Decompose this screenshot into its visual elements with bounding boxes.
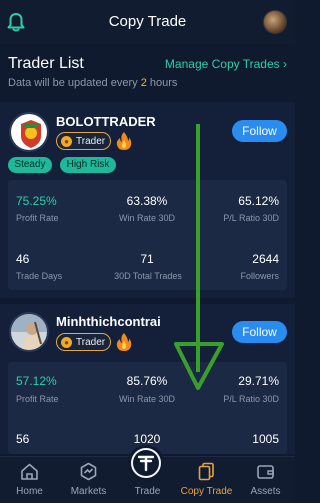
total-trades-value: 1020 [133, 432, 161, 446]
trader-card[interactable]: BOLOTTRADER ● Trader Follow Steady High … [0, 102, 295, 298]
nav-markets-label: Markets [70, 486, 107, 497]
nav-assets-label: Assets [250, 486, 281, 497]
profit-rate-value: 75.25% [16, 194, 57, 208]
update-note-suffix: hours [146, 77, 178, 89]
nav-copy-trade-label: Copy Trade [180, 486, 233, 497]
nav-assets[interactable]: Assets [236, 457, 295, 503]
profit-rate-label: Profit Rate [16, 394, 59, 404]
trader-avatar[interactable] [9, 312, 49, 352]
coin-icon: ● [61, 136, 72, 147]
pl-ratio-label: P/L Ratio 30D [223, 213, 279, 223]
trader-card[interactable]: Minhthichcontrai ● Trader Follow 57.12% … [0, 304, 295, 454]
manage-copy-trades-label: Manage Copy Trades [164, 57, 280, 71]
markets-icon [80, 462, 97, 481]
nav-copy-trade[interactable]: Copy Trade [177, 457, 236, 503]
trader-photo-icon [11, 314, 47, 350]
page-title: Copy Trade [108, 13, 187, 30]
manage-copy-trades-link[interactable]: Manage Copy Trades › [165, 57, 287, 71]
update-note: Data will be updated every 2 hours [8, 77, 177, 89]
win-rate-value: 63.38% [126, 194, 168, 208]
pl-ratio-value: 65.12% [238, 194, 279, 208]
wallet-icon [257, 465, 274, 479]
trade-center-button[interactable] [128, 445, 164, 481]
trade-days-value: 46 [16, 252, 30, 266]
trader-logo-icon [11, 114, 47, 150]
nav-home[interactable]: Home [0, 457, 59, 503]
win-rate-label: Win Rate 30D [118, 213, 176, 223]
trade-icon [133, 450, 159, 476]
tag-steady: Steady [8, 157, 52, 173]
trade-days-label: Trade Days [16, 271, 63, 281]
trader-stats: 57.12% Profit Rate 85.76% Win Rate 30D 2… [8, 362, 287, 454]
trader-avatar[interactable] [9, 112, 49, 152]
followers-value: 2644 [252, 252, 279, 266]
followers-value: 1005 [252, 432, 279, 446]
trader-stats: 75.25% Profit Rate 63.38% Win Rate 30D 6… [8, 180, 287, 290]
win-rate-label: Win Rate 30D [118, 394, 176, 404]
trader-badge-label: Trader [76, 136, 106, 147]
followers-label: Followers [240, 271, 279, 281]
coin-icon: ● [61, 337, 72, 348]
trade-days-value: 56 [16, 432, 30, 446]
tag-high-risk: High Risk [60, 157, 116, 173]
copy-trade-icon [198, 462, 214, 481]
total-trades-value: 71 [140, 252, 154, 266]
trader-name[interactable]: BOLOTTRADER [56, 114, 156, 129]
user-avatar[interactable] [263, 10, 287, 34]
total-trades-label: 30D Total Trades [114, 271, 182, 281]
trader-list-heading: Trader List [8, 55, 84, 72]
home-icon [21, 463, 38, 480]
nav-trade-label: Trade [134, 486, 161, 497]
trader-badge: ● Trader [56, 132, 111, 150]
follow-button[interactable]: Follow [232, 321, 287, 343]
win-rate-value: 85.76% [126, 374, 168, 388]
nav-home-label: Home [16, 486, 43, 497]
trader-badge-label: Trader [76, 337, 106, 348]
trader-badge: ● Trader [56, 333, 111, 351]
top-bar: Copy Trade [0, 0, 295, 44]
profit-rate-label: Profit Rate [16, 213, 59, 223]
profit-rate-value: 57.12% [16, 374, 57, 388]
flame-icon [116, 333, 132, 351]
update-note-prefix: Data will be updated every [8, 77, 141, 89]
nav-markets[interactable]: Markets [59, 457, 118, 503]
trader-name[interactable]: Minhthichcontrai [56, 314, 161, 329]
chevron-right-icon: › [283, 57, 287, 71]
follow-button[interactable]: Follow [232, 120, 287, 142]
pl-ratio-label: P/L Ratio 30D [223, 394, 279, 404]
flame-icon [116, 132, 132, 150]
pl-ratio-value: 29.71% [238, 374, 279, 388]
